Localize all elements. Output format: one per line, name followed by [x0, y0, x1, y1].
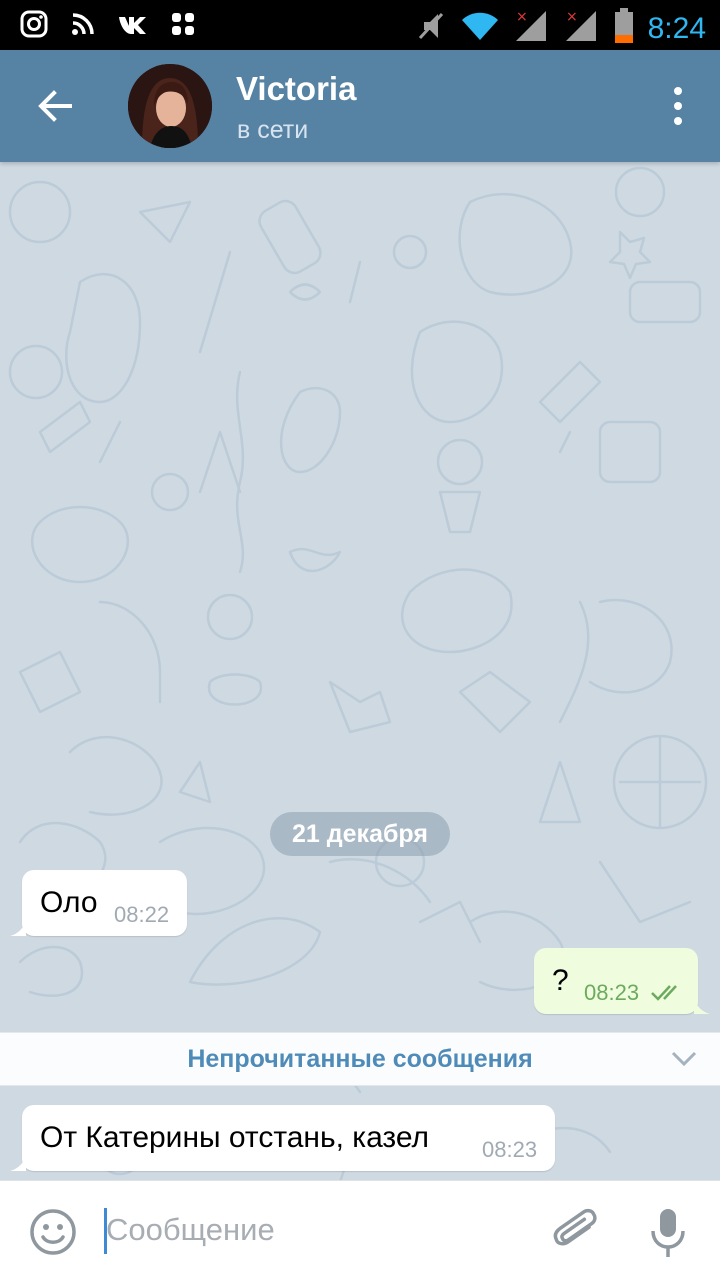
arrow-left-icon — [38, 90, 72, 122]
chat-header: Victoria в сети — [0, 50, 720, 162]
contact-name[interactable]: Victoria — [236, 70, 356, 108]
apps-icon — [170, 11, 196, 42]
bubble-tail — [694, 998, 710, 1014]
unread-messages-bar: Непрочитанные сообщения — [0, 1032, 720, 1086]
message-input[interactable] — [106, 1205, 526, 1255]
contact-avatar[interactable] — [128, 64, 212, 148]
chevron-down-icon[interactable] — [670, 1047, 698, 1069]
signal-icon: × — [514, 9, 550, 48]
message-outgoing[interactable]: ? 08:23 — [534, 948, 698, 1014]
message-incoming[interactable]: От Катерины отстань, казел 08:23 — [22, 1105, 555, 1171]
emoji-button[interactable] — [28, 1207, 78, 1257]
attach-button[interactable] — [552, 1205, 600, 1259]
message-incoming[interactable]: Оло 08:22 — [22, 870, 187, 936]
back-button[interactable] — [30, 80, 82, 132]
signal-icon: × — [564, 9, 600, 48]
bubble-tail — [10, 1155, 26, 1171]
svg-text:×: × — [566, 9, 578, 25]
svg-text:×: × — [516, 9, 528, 25]
message-text: ? — [552, 964, 569, 997]
message-composer — [0, 1180, 720, 1281]
bubble-tail — [10, 920, 26, 936]
more-options-button[interactable] — [672, 86, 684, 126]
message-time: 08:23 — [482, 1137, 538, 1162]
read-checkmarks-icon — [651, 985, 677, 1001]
date-separator: 21 декабря — [270, 812, 450, 856]
more-vertical-icon — [674, 87, 682, 125]
unread-messages-label: Непрочитанные сообщения — [187, 1045, 533, 1073]
mute-icon — [416, 10, 446, 47]
wifi-icon — [460, 10, 500, 47]
rss-icon — [70, 11, 96, 42]
message-time: 08:22 — [114, 902, 170, 927]
message-text: Оло — [40, 886, 98, 919]
voice-message-button[interactable] — [648, 1205, 688, 1261]
microphone-icon — [651, 1209, 685, 1257]
chat-wallpaper — [8, 166, 708, 1180]
avatar-photo — [128, 64, 212, 148]
status-bar-system: × × 8:24 — [416, 8, 706, 49]
status-bar-notifications — [20, 10, 196, 43]
vk-icon — [118, 13, 148, 40]
message-time: 08:23 — [584, 980, 640, 1005]
smiley-icon — [30, 1209, 76, 1255]
contact-status: в сети — [237, 116, 309, 144]
chat-area[interactable]: 21 декабря Оло 08:22 ? 08:23 Непрочитанн… — [0, 162, 720, 1180]
battery-icon — [614, 8, 634, 49]
message-text: От Катерины отстань, казел — [40, 1121, 430, 1154]
paperclip-icon — [553, 1208, 597, 1246]
clock: 8:24 — [647, 11, 706, 45]
instagram-icon — [20, 10, 48, 43]
status-bar: × × 8:24 — [0, 0, 720, 50]
